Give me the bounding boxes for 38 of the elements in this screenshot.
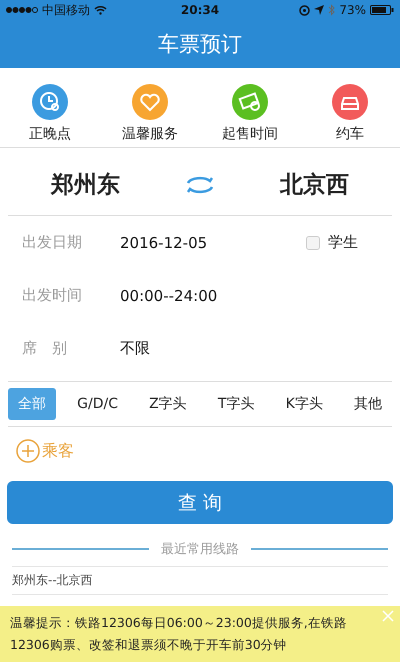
search-button[interactable]: 查 询 [7, 481, 393, 524]
location-icon [314, 5, 324, 15]
battery-percent: 73% [339, 3, 366, 17]
clock: 20:34 [180, 3, 220, 17]
shortcut-label[interactable]: 温馨服务 [122, 125, 178, 143]
add-icon[interactable] [16, 439, 40, 463]
train-type-tab[interactable]: K字头 [276, 388, 333, 420]
arrival-station[interactable]: 北京西 [260, 169, 370, 200]
signal-icon [6, 7, 38, 13]
field-label: 席 别 [22, 339, 68, 358]
field-label: 出发时间 [22, 286, 83, 305]
departure-station[interactable]: 郑州东 [30, 169, 140, 200]
notice-text: 温馨提示：铁路12306每日06:00～23:00提供服务,在铁路12306购票、改签和退票须不晚于开车前30分钟 [10, 615, 347, 652]
field-label: 出发日期 [22, 233, 83, 252]
train-type-tab[interactable]: T字头 [208, 388, 264, 420]
train-type-tab[interactable]: 其他 [344, 388, 392, 420]
shortcut-label[interactable]: 正晚点 [29, 125, 71, 143]
train-type-tab[interactable]: Z字头 [139, 388, 197, 420]
wifi-icon [94, 5, 107, 15]
shortcut-label[interactable]: 约车 [336, 125, 364, 143]
section-title: 最近常用线路 [161, 541, 239, 558]
battery-icon [370, 5, 394, 15]
field-value[interactable]: 00:00--24:00 [120, 286, 378, 304]
carrier: 中国移动 [42, 2, 90, 18]
ticket-icon[interactable] [232, 84, 268, 120]
page-title: 车票预订 [158, 31, 242, 58]
checkbox-label: 学生 [328, 233, 358, 252]
train-type-tab[interactable]: G/D/C [67, 389, 128, 419]
clock-icon[interactable] [32, 84, 68, 120]
recent-route[interactable]: 郑州东--北京西 [12, 566, 388, 595]
field-value[interactable]: 不限 [120, 339, 378, 358]
close-icon[interactable] [382, 610, 394, 622]
field-value[interactable]: 2016-12-05 [120, 234, 306, 252]
shortcut-label[interactable]: 起售时间 [222, 125, 278, 143]
bluetooth-icon [328, 4, 336, 16]
swap-icon[interactable] [184, 174, 215, 194]
student-checkbox[interactable] [306, 236, 320, 250]
rotation-lock-icon [299, 4, 310, 16]
